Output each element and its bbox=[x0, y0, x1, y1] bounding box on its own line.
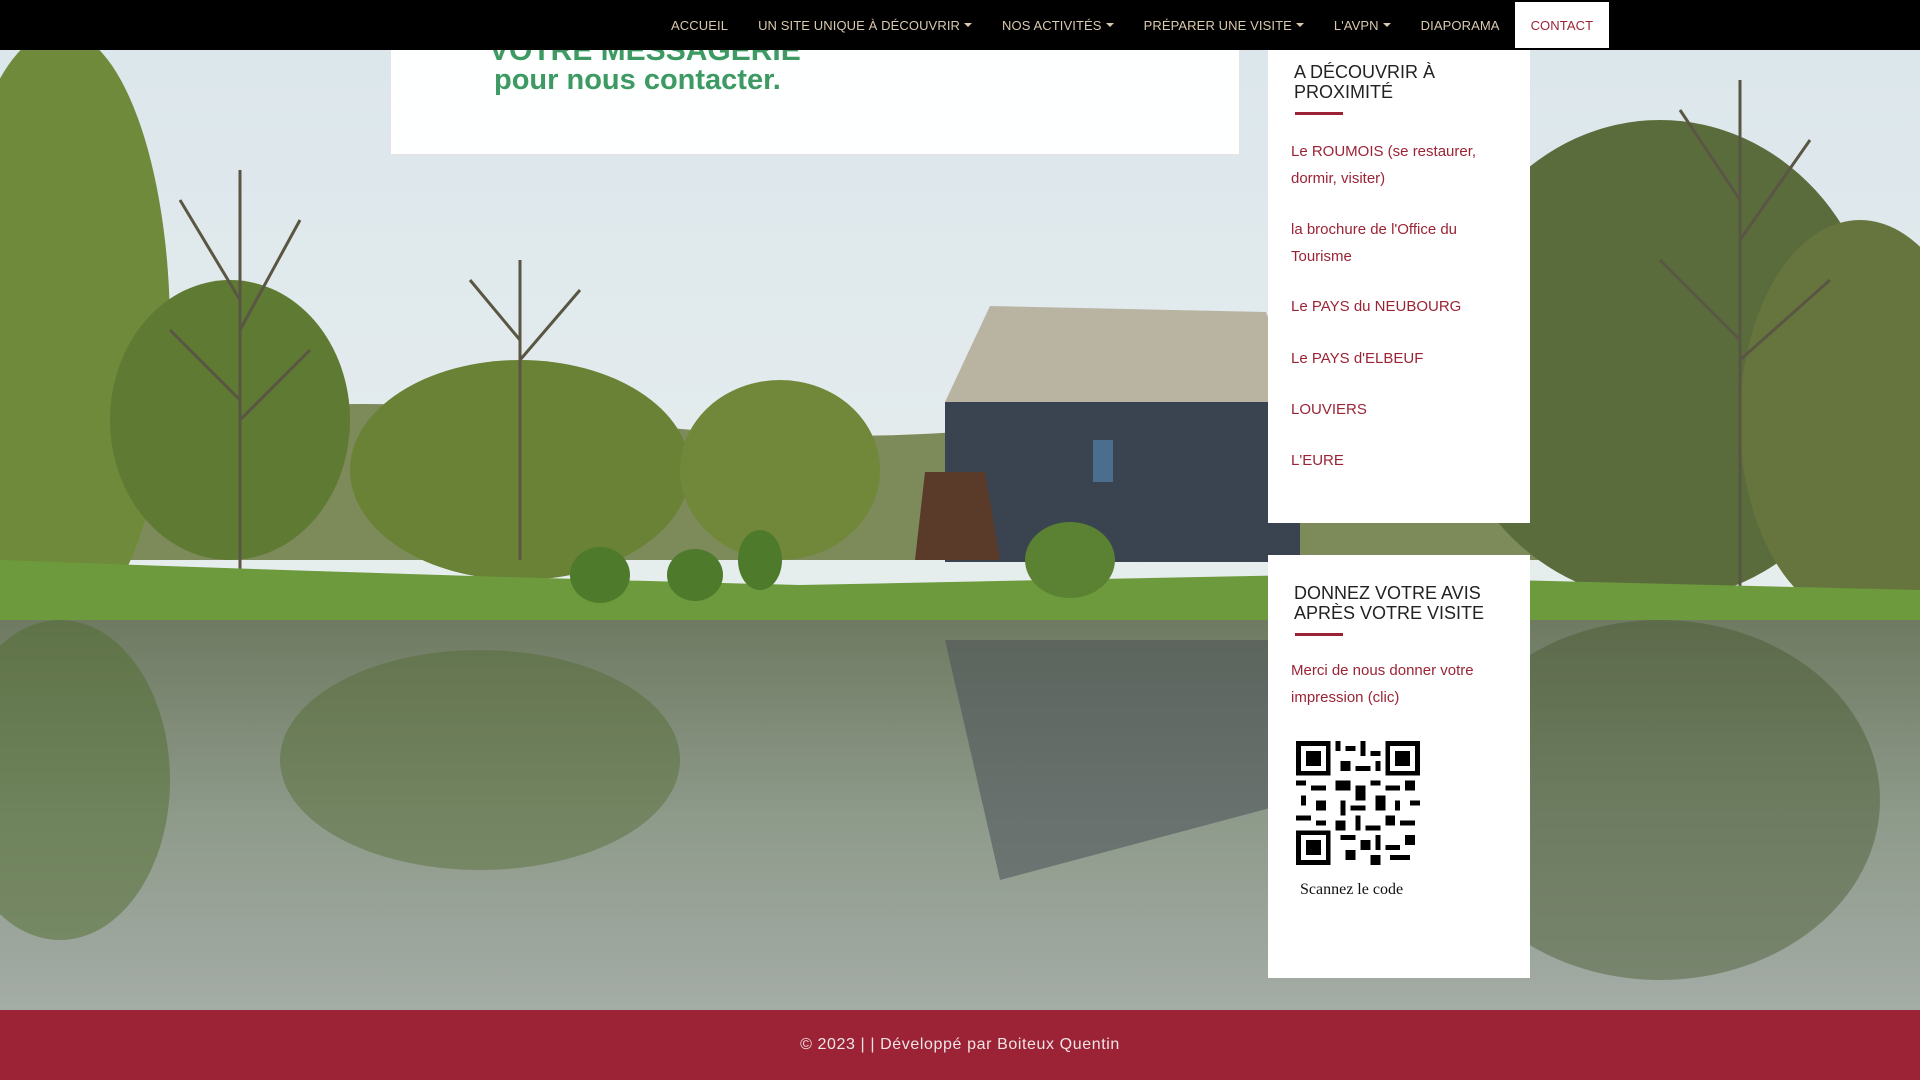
link-review-impression[interactable]: Merci de nous donner votre impression (c… bbox=[1291, 657, 1511, 711]
nav-contact[interactable]: CONTACT bbox=[1514, 2, 1610, 48]
content-card: VOTRE MESSAGERIE pour nous contacter. bbox=[390, 50, 1240, 155]
qr-code-image[interactable] bbox=[1296, 741, 1420, 865]
widget-review: DONNEZ VOTRE AVIS APRÈS VOTRE VISITE Mer… bbox=[1268, 555, 1530, 978]
caret-down-icon bbox=[1105, 23, 1114, 27]
nav-site-unique[interactable]: UN SITE UNIQUE À DÉCOUVRIR bbox=[743, 0, 987, 50]
link-roumois[interactable]: Le ROUMOIS (se restaurer, dormir, visite… bbox=[1291, 138, 1511, 192]
title-underline bbox=[1295, 633, 1343, 636]
nav-accueil[interactable]: ACCUEIL bbox=[656, 0, 743, 50]
link-pays-neubourg[interactable]: Le PAYS du NEUBOURG bbox=[1291, 293, 1511, 320]
nav-label: PRÉPARER UNE VISITE bbox=[1143, 17, 1292, 33]
nav-label: CONTACT bbox=[1530, 17, 1594, 33]
nav-label: NOS ACTIVITÉS bbox=[1002, 17, 1102, 33]
nav-label: L'AVPN bbox=[1333, 17, 1379, 33]
qr-caption: Scannez le code bbox=[1300, 881, 1404, 898]
caret-down-icon bbox=[1382, 23, 1391, 27]
footer-copyright: © 2023 | | Développé par Boiteux Quentin bbox=[800, 1036, 1120, 1053]
nav-avpn[interactable]: L'AVPN bbox=[1319, 0, 1406, 50]
caret-down-icon bbox=[964, 23, 973, 27]
nav-preparer-visite[interactable]: PRÉPARER UNE VISITE bbox=[1129, 0, 1319, 50]
nav-diaporama[interactable]: DIAPORAMA bbox=[1406, 0, 1515, 50]
link-eure[interactable]: L'EURE bbox=[1291, 447, 1511, 474]
widget-title: DONNEZ VOTRE AVIS APRÈS VOTRE VISITE bbox=[1294, 583, 1485, 623]
top-navbar: ACCUEIL UN SITE UNIQUE À DÉCOUVRIR NOS A… bbox=[0, 0, 1920, 50]
link-louviers[interactable]: LOUVIERS bbox=[1291, 396, 1511, 423]
link-pays-elbeuf[interactable]: Le PAYS d'ELBEUF bbox=[1291, 345, 1511, 372]
nav-label: UN SITE UNIQUE À DÉCOUVRIR bbox=[758, 17, 961, 33]
main-menu: ACCUEIL UN SITE UNIQUE À DÉCOUVRIR NOS A… bbox=[656, 0, 1610, 50]
nav-label: ACCUEIL bbox=[671, 17, 729, 33]
site-footer: © 2023 | | Développé par Boiteux Quentin bbox=[0, 1010, 1920, 1080]
title-underline bbox=[1295, 112, 1343, 115]
caret-down-icon bbox=[1295, 23, 1304, 27]
widget-title: A DÉCOUVRIR À PROXIMITÉ bbox=[1294, 62, 1436, 102]
widget-nearby: A DÉCOUVRIR À PROXIMITÉ Le ROUMOIS (se r… bbox=[1268, 50, 1530, 523]
link-brochure-office-tourisme[interactable]: la brochure de l'Office du Tourisme bbox=[1291, 216, 1511, 270]
page-subheading: pour nous contacter. bbox=[494, 64, 781, 96]
nav-activites[interactable]: NOS ACTIVITÉS bbox=[987, 0, 1129, 50]
nav-label: DIAPORAMA bbox=[1420, 17, 1500, 33]
